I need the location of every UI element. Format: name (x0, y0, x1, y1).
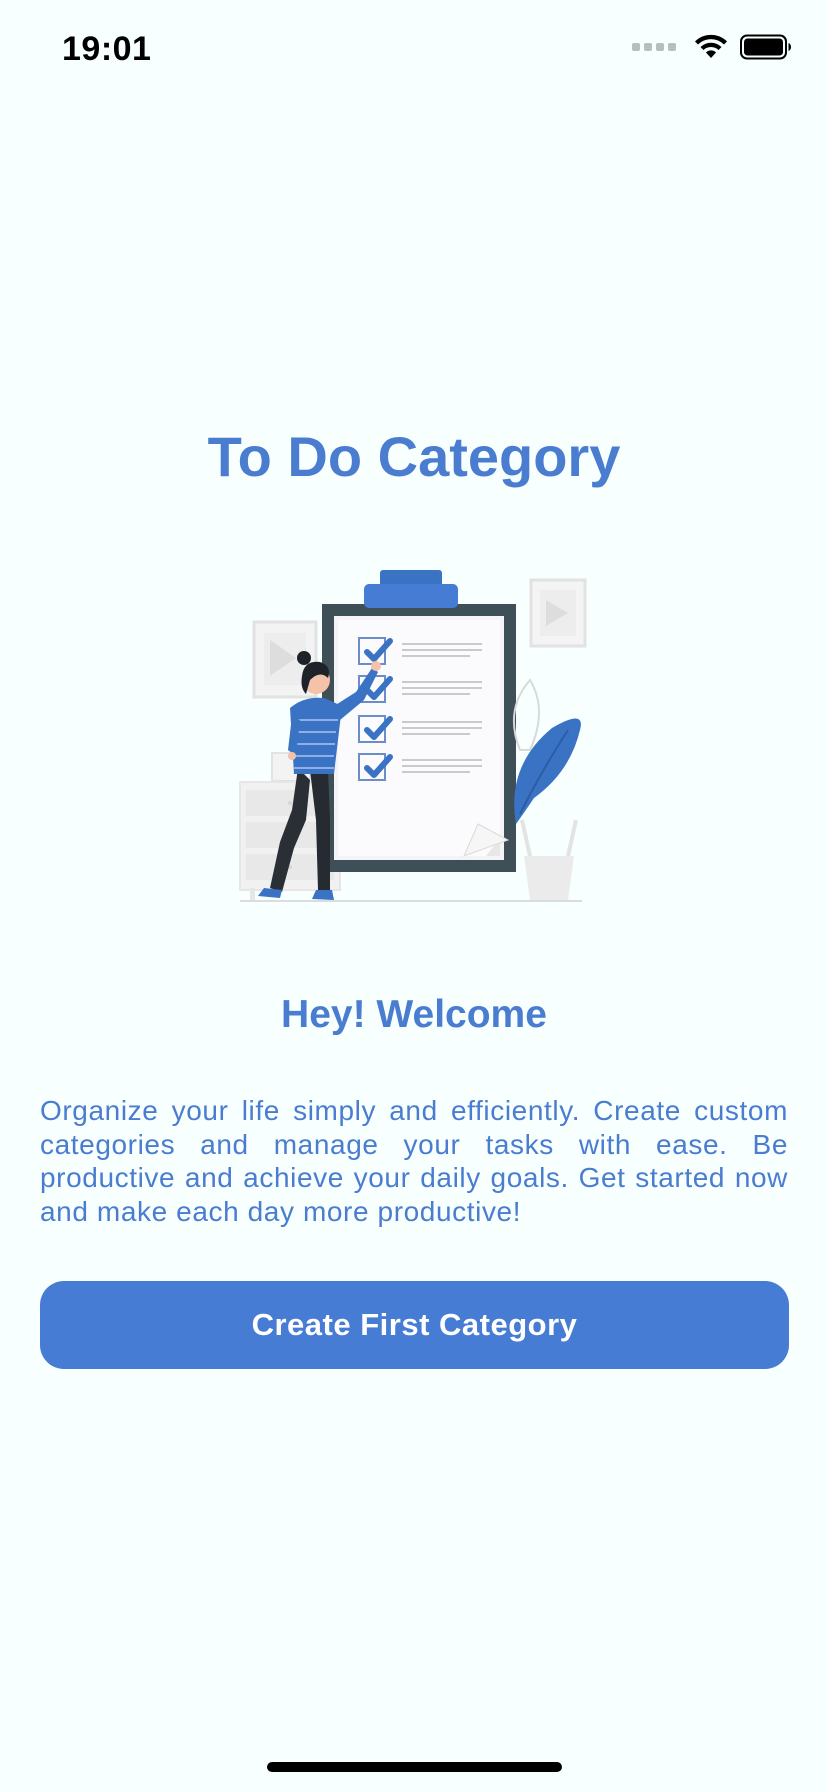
battery-icon (740, 34, 791, 60)
status-time: 19:01 (62, 30, 152, 68)
todo-checklist-illustration (239, 570, 587, 902)
page-title: To Do Category (207, 425, 621, 488)
welcome-description: Organize your life simply and efficientl… (40, 1095, 788, 1227)
wifi-icon (695, 34, 727, 58)
cellular-signal-icon (632, 43, 676, 51)
home-indicator[interactable] (267, 1762, 562, 1772)
status-bar: 19:01 (0, 0, 828, 100)
status-icons (632, 34, 792, 60)
create-first-category-button[interactable]: Create First Category (40, 1281, 789, 1369)
welcome-heading: Hey! Welcome (281, 993, 547, 1036)
